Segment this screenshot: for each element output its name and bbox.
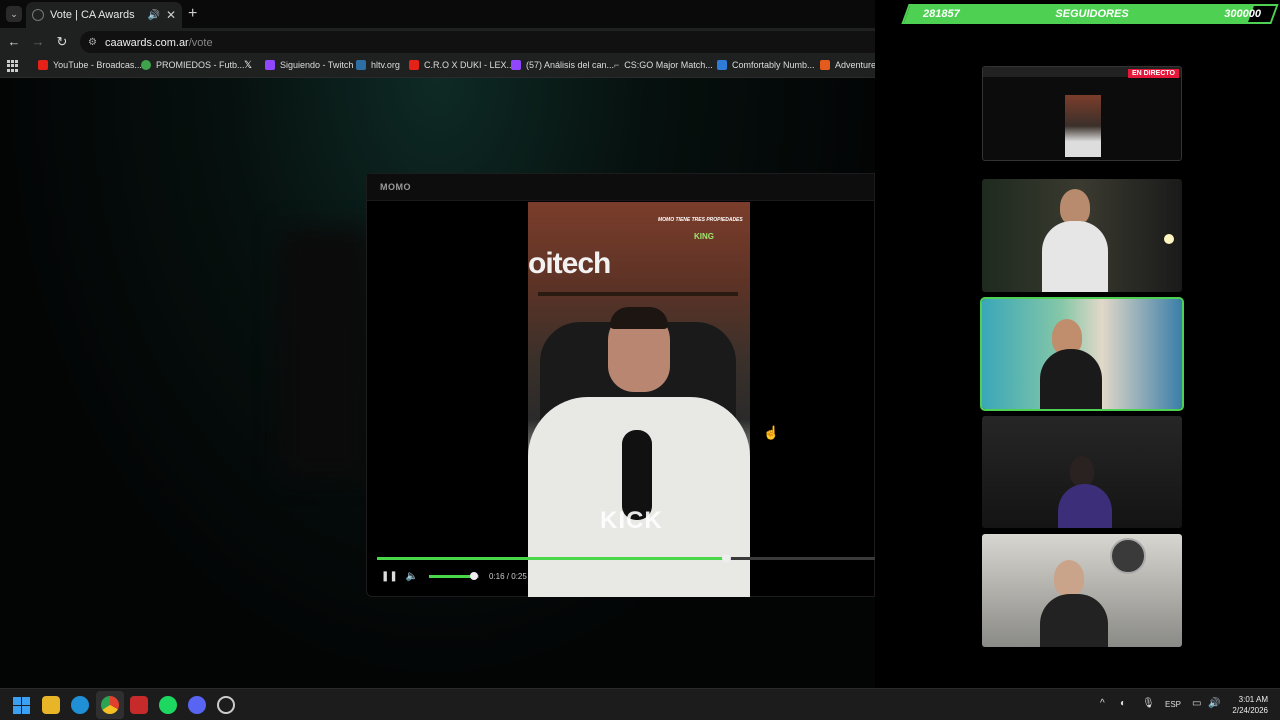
twitch-icon <box>265 60 275 70</box>
youtube-icon <box>409 60 419 70</box>
reload-icon[interactable]: ↻ <box>54 34 70 50</box>
app-icon[interactable] <box>217 696 235 714</box>
site-favicon-icon <box>32 9 44 21</box>
cam-2 <box>982 179 1182 292</box>
twitch-icon <box>511 60 521 70</box>
streamer-body <box>1040 594 1108 647</box>
video-modal[interactable]: MOMO oitech MOMO TIENE TRES PROPIEDADES … <box>366 173 875 597</box>
clock-date: 2/24/2026 <box>1232 706 1268 715</box>
chevron-up-icon[interactable]: ^ <box>1100 698 1105 709</box>
volume-slider[interactable] <box>429 572 479 580</box>
cam-5 <box>982 534 1182 647</box>
url-path: /vote <box>188 37 213 49</box>
apps-grid-icon[interactable] <box>7 60 19 72</box>
hand-cursor-icon: ☝ <box>763 425 780 440</box>
speaker-icon[interactable]: 🔊 <box>147 10 159 21</box>
clock-time: 3:01 AM <box>1238 695 1268 704</box>
streamer-head <box>1070 456 1094 486</box>
cam-1: EN DIRECTO <box>982 66 1182 161</box>
system-clock[interactable]: 3:01 AM 2/24/2026 <box>1226 694 1268 716</box>
bookmark-cro-duki[interactable]: C.R.O X DUKI - LEX... <box>409 60 514 70</box>
bookmark-hltv[interactable]: hltv.org <box>356 60 400 70</box>
video-person-hair <box>610 307 668 329</box>
new-tab-button[interactable]: + <box>188 5 197 23</box>
bookmark-analisis[interactable]: (57) Análisis del can... <box>511 60 614 70</box>
cam-4 <box>982 416 1182 528</box>
csgo-icon: ⌐ <box>614 60 620 70</box>
cam-3 <box>980 297 1184 411</box>
volume-fill <box>429 575 474 578</box>
wall-logo <box>1110 538 1146 574</box>
chrome-icon[interactable] <box>101 696 119 714</box>
network-icon[interactable]: ▭ <box>1192 698 1201 709</box>
video-brand: KING <box>694 232 714 241</box>
pause-icon[interactable]: ❚❚ <box>381 571 398 582</box>
video-progress-bar[interactable] <box>377 554 875 563</box>
follower-label: SEGUIDORES <box>1055 8 1129 20</box>
streamer-body <box>1042 221 1108 292</box>
follower-goal-text: 281857 SEGUIDORES 300000 <box>905 4 1275 24</box>
streamer-body <box>1058 484 1112 528</box>
video-player[interactable]: oitech MOMO TIENE TRES PROPIEDADES KING … <box>528 202 750 597</box>
edge-icon[interactable] <box>71 696 89 714</box>
x-logo-icon: 𝕏 <box>244 60 253 71</box>
bookmark-twitch[interactable]: Siguiendo - Twitch <box>265 60 353 70</box>
video-progress-fill <box>377 557 727 560</box>
video-logo-text: oitech <box>528 247 611 280</box>
forward-arrow-icon[interactable]: → <box>30 34 46 49</box>
discord-icon[interactable] <box>188 696 206 714</box>
tab-title: Vote | CA Awards <box>50 9 135 21</box>
tab-vote[interactable]: Vote | CA Awards 🔊 ✕ <box>26 2 182 28</box>
browser-window: ⌄ Vote | CA Awards 🔊 ✕ + ← → ↻ ⚙ caaward… <box>0 0 875 688</box>
video-watermark: KICK <box>600 507 663 534</box>
bookmark-csgo[interactable]: ⌐ CS:GO Major Match... <box>614 60 713 70</box>
language-indicator[interactable]: ESP <box>1165 700 1181 709</box>
close-icon[interactable]: ✕ <box>166 8 176 22</box>
app-icon[interactable] <box>130 696 148 714</box>
stream-overlay: 281857 SEGUIDORES 300000 EN DIRECTO <box>875 0 1280 688</box>
microphone-icon[interactable]: 🎙 <box>1142 698 1155 709</box>
promiedos-icon <box>141 60 151 70</box>
modal-header: MOMO <box>367 174 874 201</box>
video-shelf <box>538 292 738 296</box>
steam-icon[interactable]: ◐ <box>1120 698 1126 709</box>
volume-icon[interactable]: 🔈 <box>405 571 419 582</box>
modal-title: MOMO <box>380 182 411 192</box>
bookmarks-bar: YouTube - Broadcas... PROMIEDOS - Futb..… <box>0 56 875 78</box>
tab-strip: ⌄ Vote | CA Awards 🔊 ✕ + <box>0 0 875 28</box>
streamer-head <box>1060 189 1090 225</box>
video-time: 0:16 / 0:25 <box>489 572 527 581</box>
address-bar[interactable]: ⚙ caawards.com.ar/vote <box>80 31 875 53</box>
bookmark-page-icon <box>820 60 830 70</box>
site-info-icon[interactable]: ⚙ <box>88 37 97 48</box>
windows-start-icon[interactable] <box>12 696 30 714</box>
volume-handle[interactable] <box>470 572 478 580</box>
video-caption: MOMO TIENE TRES PROPIEDADES <box>658 217 743 223</box>
bookmark-page-icon <box>717 60 727 70</box>
streamer-body <box>1040 349 1102 409</box>
streamer-head <box>1054 560 1084 596</box>
blurred-background <box>280 228 370 478</box>
url-host: caawards.com.ar <box>104 37 189 49</box>
speaker-icon[interactable]: 🔊 <box>1208 698 1220 709</box>
bookmark-comfortably-numb[interactable]: Comfortably Numb... <box>717 60 815 70</box>
lamp <box>1164 234 1174 244</box>
follower-count: 281857 <box>923 8 960 20</box>
taskbar: ^ ◐ 🎙 ESP ▭ 🔊 3:01 AM 2/24/2026 <box>0 688 1280 720</box>
spotify-icon[interactable] <box>159 696 177 714</box>
hltv-icon <box>356 60 366 70</box>
mini-video-preview <box>1065 95 1101 157</box>
tab-search-icon[interactable]: ⌄ <box>6 6 22 22</box>
back-arrow-icon[interactable]: ← <box>6 34 22 49</box>
live-badge: EN DIRECTO <box>1127 69 1179 78</box>
browser-toolbar: ← → ↻ ⚙ caawards.com.ar/vote <box>0 28 875 56</box>
youtube-icon <box>38 60 48 70</box>
bookmark-x[interactable]: 𝕏 <box>244 60 252 71</box>
bookmark-promiedos[interactable]: PROMIEDOS - Futb... <box>141 60 245 70</box>
bookmark-youtube[interactable]: YouTube - Broadcas... <box>38 60 142 70</box>
follower-target: 300000 <box>1224 8 1261 20</box>
video-controls: ❚❚ 🔈 0:16 / 0:25 <box>381 571 527 582</box>
file-explorer-icon[interactable] <box>42 696 60 714</box>
bookmark-adventure[interactable]: Adventure <box>820 60 875 70</box>
